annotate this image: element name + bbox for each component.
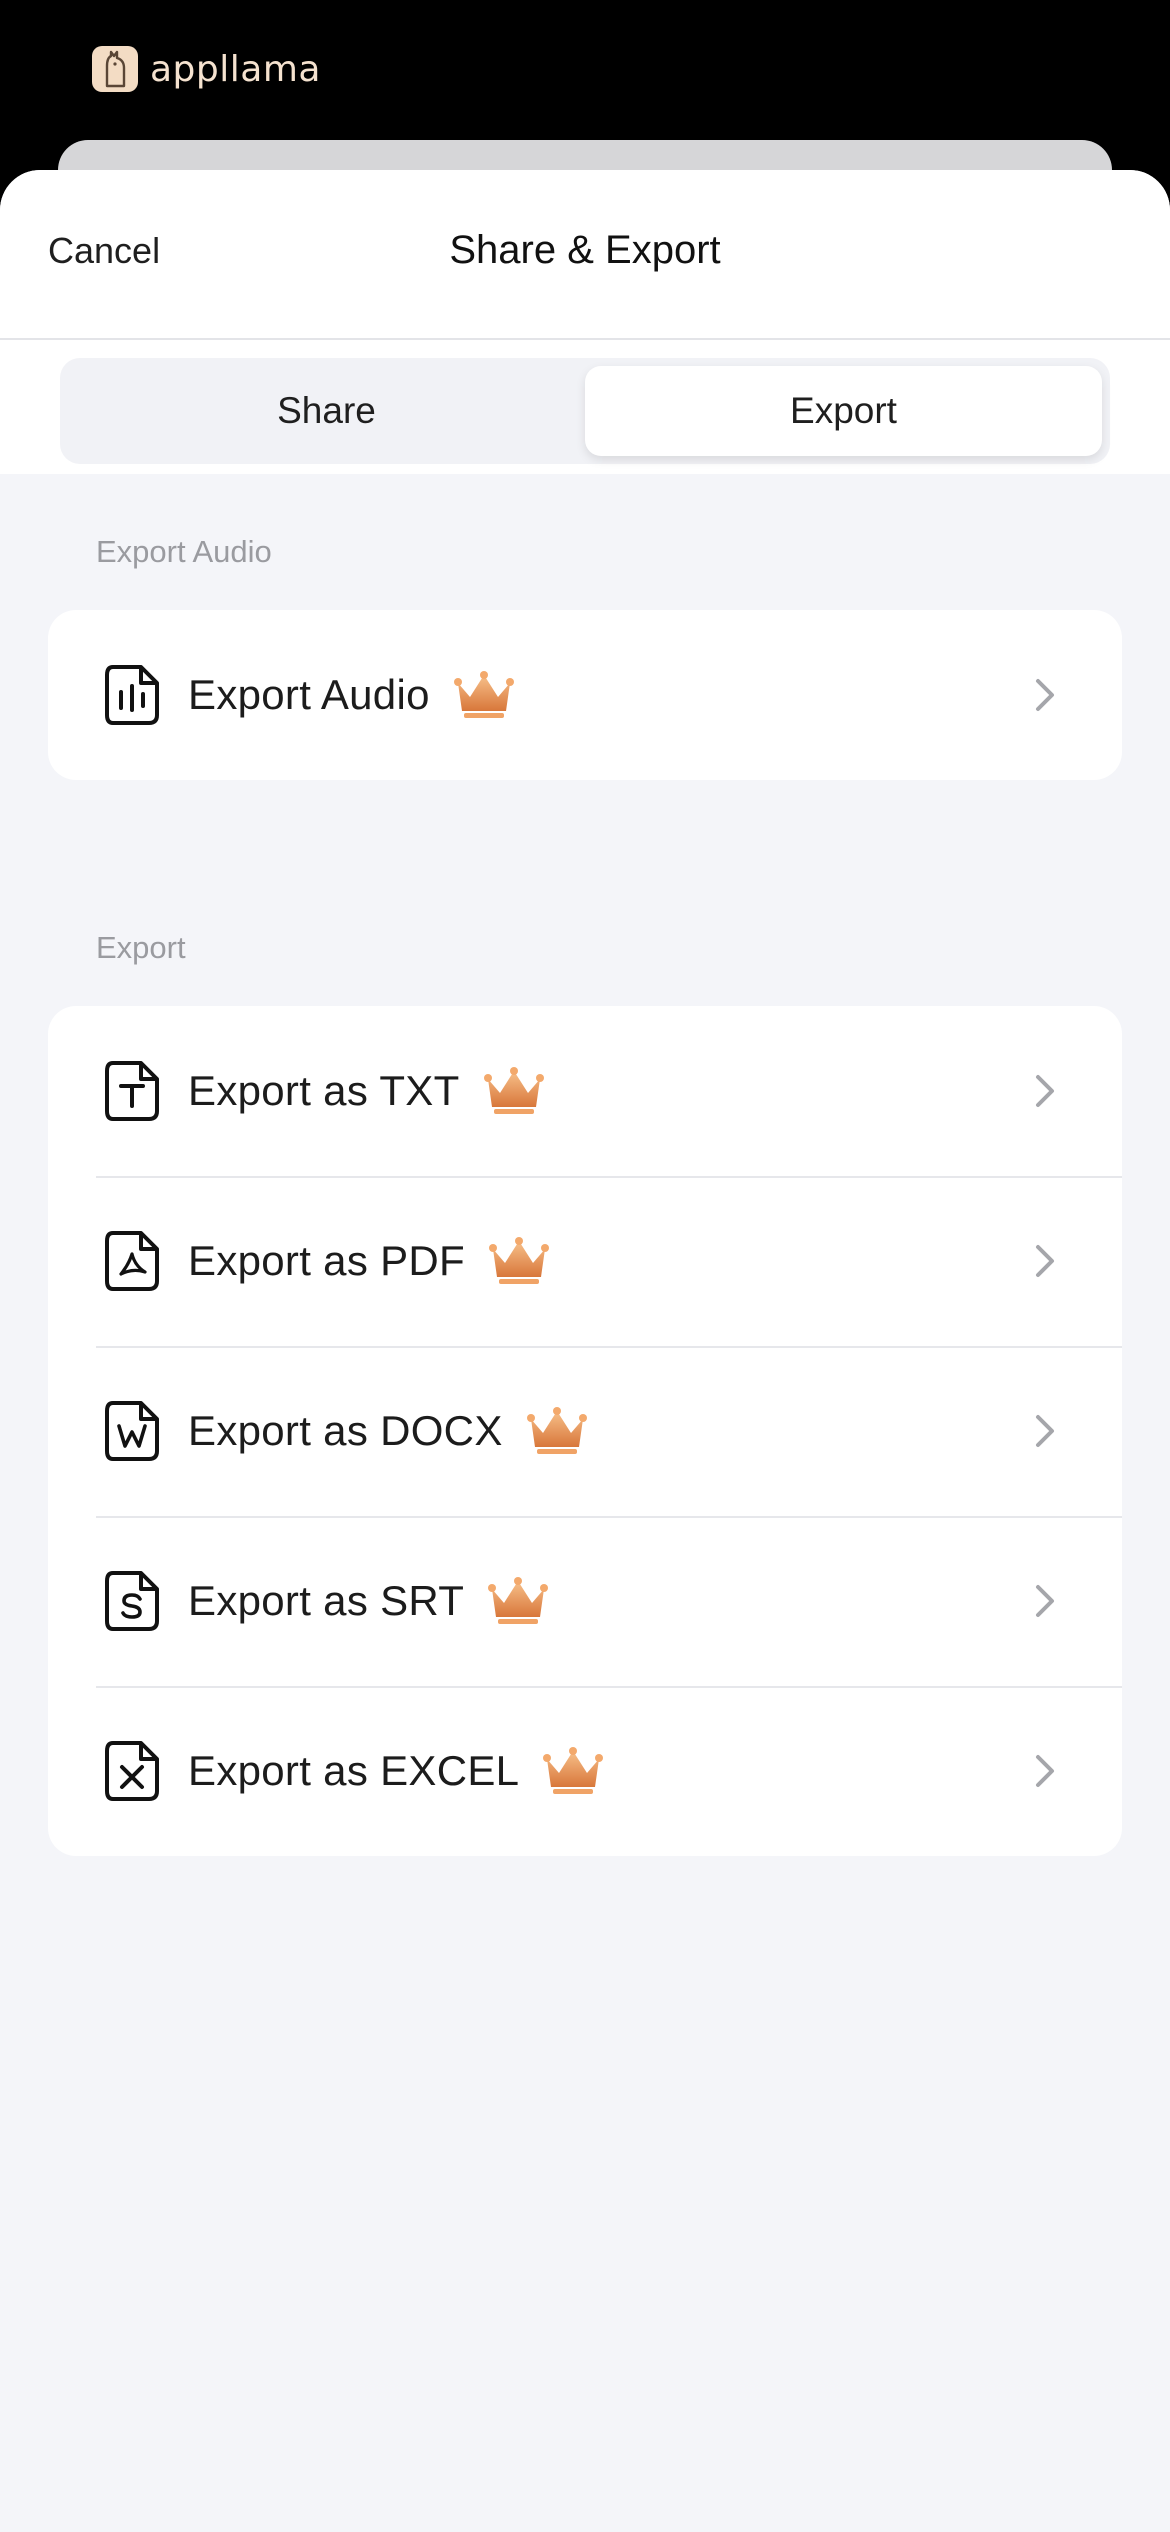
crown-icon (541, 1743, 605, 1799)
segment-control-wrap: Share Export (0, 340, 1170, 474)
tab-export[interactable]: Export (585, 366, 1102, 456)
crown-icon (487, 1233, 551, 1289)
crown-icon (486, 1573, 550, 1629)
audio-file-icon (102, 665, 162, 725)
top-bar: appllama (0, 0, 1170, 200)
srt-file-icon (102, 1571, 162, 1631)
export-audio-row[interactable]: Export Audio (48, 610, 1122, 780)
docx-file-icon (102, 1401, 162, 1461)
chevron-right-icon (1036, 1585, 1054, 1617)
crown-icon (525, 1403, 589, 1459)
export-audio-label: Export Audio (188, 671, 430, 718)
segment-control: Share Export (60, 358, 1110, 464)
chevron-right-icon (1036, 1755, 1054, 1787)
export-excel-row[interactable]: Export as EXCEL (48, 1686, 1122, 1856)
excel-file-icon (102, 1741, 162, 1801)
export-txt-label: Export as TXT (188, 1067, 460, 1114)
export-srt-row[interactable]: Export as SRT (48, 1516, 1122, 1686)
chevron-right-icon (1036, 1415, 1054, 1447)
export-excel-label: Export as EXCEL (188, 1747, 520, 1794)
share-export-sheet: Cancel Share & Export Share Export Expor… (0, 170, 1170, 2532)
section-label-export-audio: Export Audio (96, 534, 272, 569)
export-srt-label: Export as SRT (188, 1577, 465, 1624)
sheet-title: Share & Export (449, 228, 721, 272)
section-label-export: Export (96, 930, 186, 965)
export-audio-card: Export Audio (48, 610, 1122, 780)
crown-icon (452, 667, 516, 723)
tab-share[interactable]: Share (68, 366, 585, 456)
export-txt-row[interactable]: Export as TXT (48, 1006, 1122, 1176)
chevron-right-icon (1036, 1245, 1054, 1277)
llama-icon (92, 46, 138, 92)
export-pdf-label: Export as PDF (188, 1237, 465, 1284)
export-pdf-row[interactable]: Export as PDF (48, 1176, 1122, 1346)
txt-file-icon (102, 1061, 162, 1121)
export-docx-row[interactable]: Export as DOCX (48, 1346, 1122, 1516)
chevron-right-icon (1036, 1075, 1054, 1107)
brand: appllama (92, 44, 321, 94)
sheet-header: Cancel Share & Export (0, 170, 1170, 340)
chevron-right-icon (1036, 679, 1054, 711)
crown-icon (482, 1063, 546, 1119)
pdf-file-icon (102, 1231, 162, 1291)
export-docx-label: Export as DOCX (188, 1407, 503, 1454)
export-card: Export as TXT Export as PDF Export as DO… (48, 1006, 1122, 1856)
brand-name: appllama (150, 48, 321, 90)
